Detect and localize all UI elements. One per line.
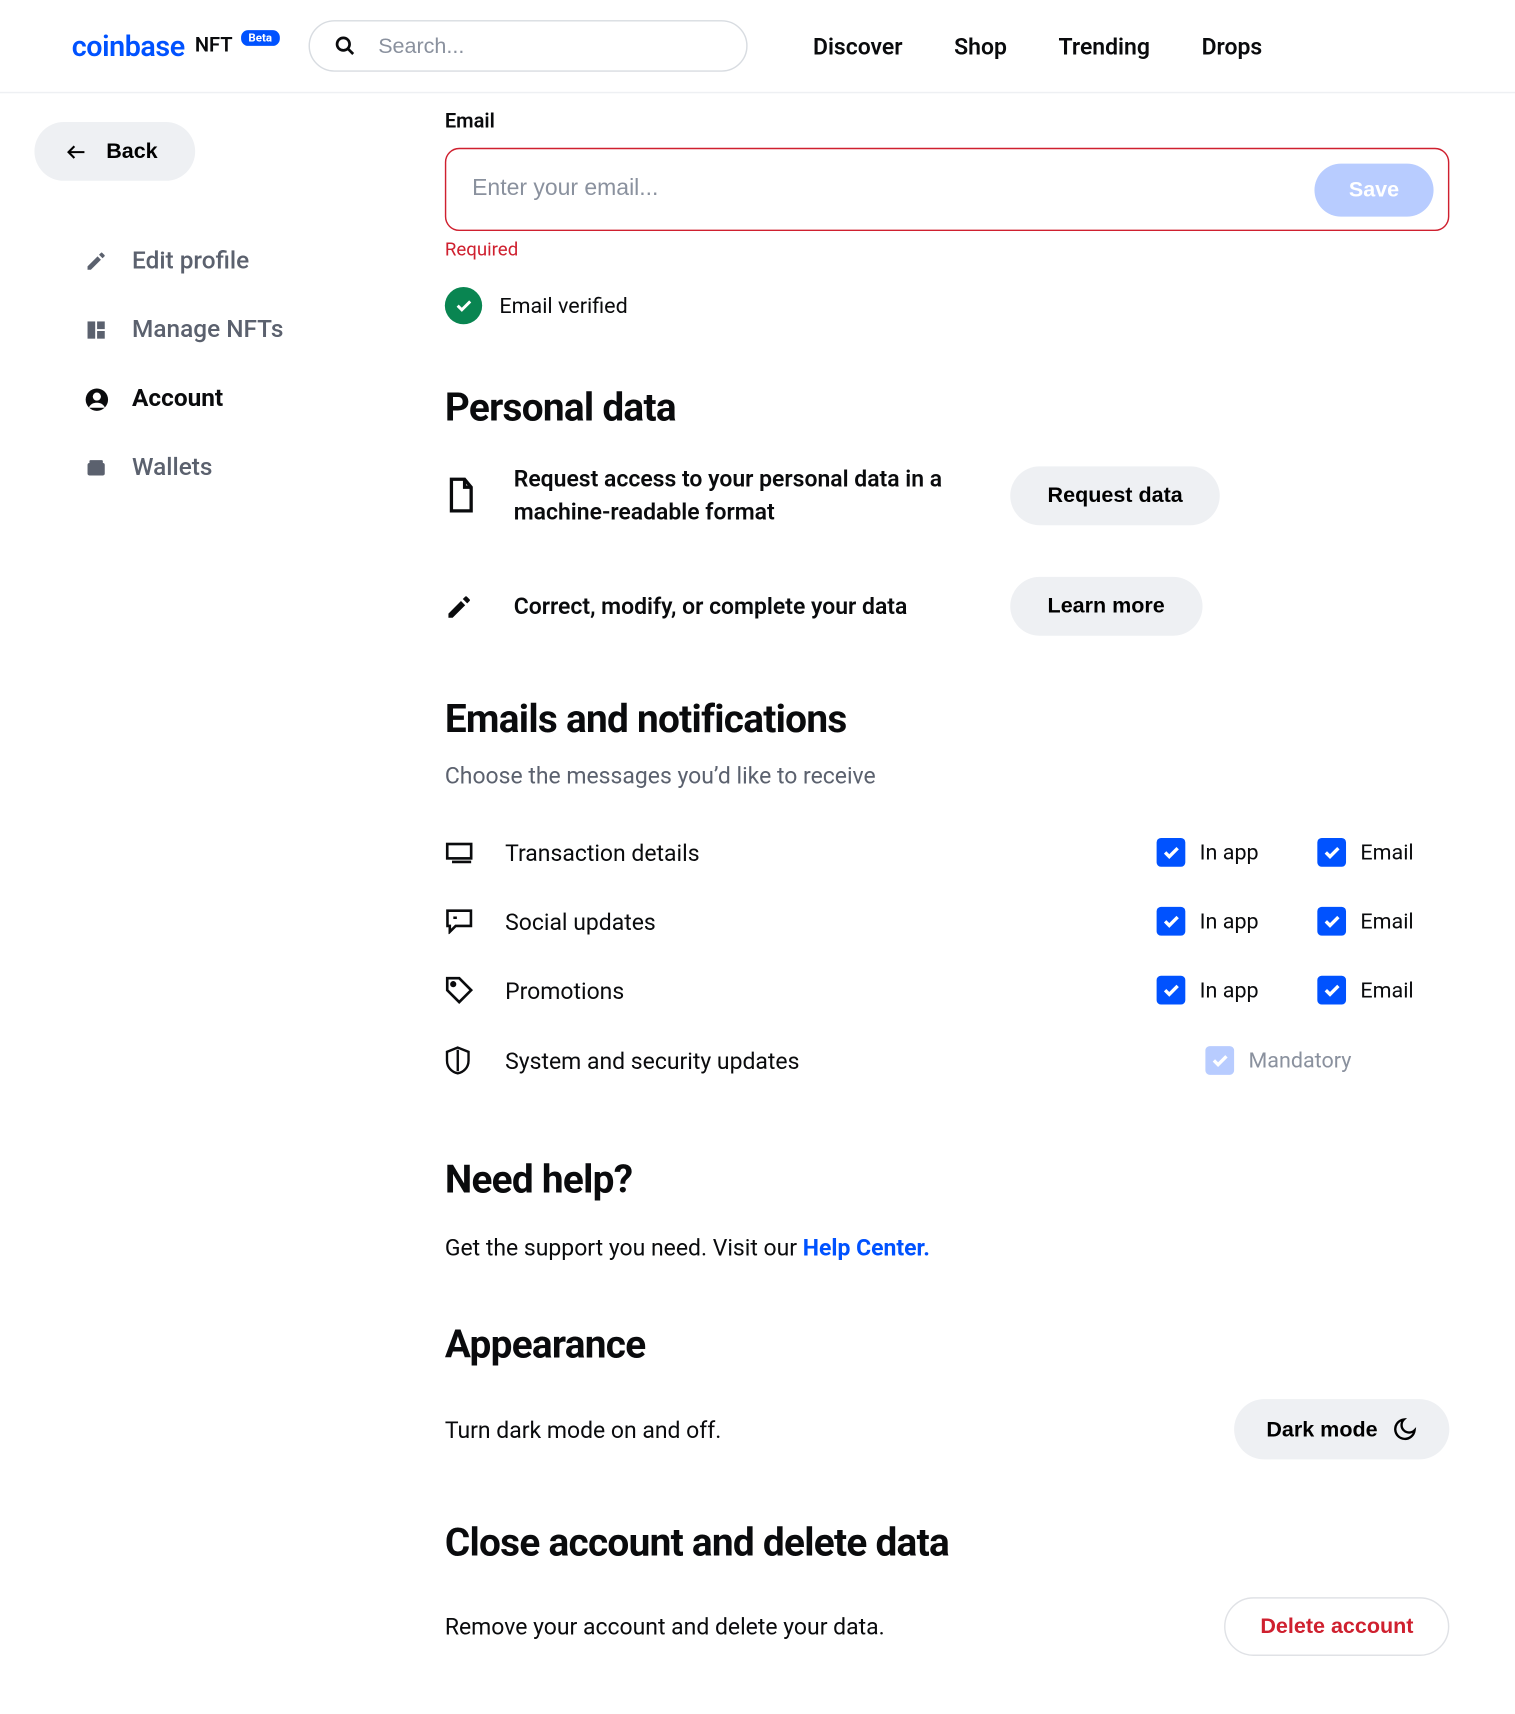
transaction-icon (445, 841, 477, 864)
sidebar-item-account[interactable]: Account (34, 364, 444, 433)
email-label: Email (445, 110, 1450, 133)
notif-row-system: System and security updates Mandatory (445, 1025, 1450, 1097)
sidebar-item-label: Account (132, 385, 223, 414)
email-error: Required (445, 240, 1450, 262)
notif-label: System and security updates (505, 1047, 1177, 1074)
appearance-text: Turn dark mode on and off. (445, 1416, 1206, 1443)
sidebar-item-edit-profile[interactable]: Edit profile (34, 227, 444, 296)
email-verified-text: Email verified (499, 293, 627, 319)
learn-more-button[interactable]: Learn more (1010, 577, 1202, 636)
save-button[interactable]: Save (1314, 163, 1433, 216)
checkbox-label: Email (1360, 909, 1413, 935)
appearance-heading: Appearance (445, 1322, 1450, 1368)
logo[interactable]: coinbase NFT Beta (72, 29, 279, 63)
search-icon (334, 35, 356, 57)
shield-icon (445, 1045, 477, 1077)
close-account-heading: Close account and delete data (445, 1520, 1450, 1566)
beta-badge: Beta (241, 29, 279, 45)
notif-row-transaction: Transaction details In app Email (445, 818, 1450, 887)
notif-row-social: Social updates In app Email (445, 887, 1450, 956)
top-header: coinbase NFT Beta Discover Shop Trending… (0, 0, 1515, 93)
request-data-button[interactable]: Request data (1010, 466, 1220, 525)
help-heading: Need help? (445, 1157, 1450, 1203)
logo-main: coinbase (72, 29, 185, 63)
search-wrap (308, 20, 747, 72)
notif-label: Transaction details (505, 839, 1128, 866)
request-data-row: Request access to your personal data in … (445, 462, 1450, 529)
checkbox-label: In app (1200, 978, 1259, 1004)
sidebar-item-label: Manage NFTs (132, 316, 283, 345)
email-verified-row: Email verified (445, 287, 1450, 324)
nav-drops[interactable]: Drops (1202, 32, 1263, 59)
notifications-subtext: Choose the messages you’d like to receiv… (445, 763, 1450, 790)
checkmark-circle-icon (445, 287, 482, 324)
checkbox-mandatory (1205, 1047, 1234, 1076)
sidebar-item-wallets[interactable]: Wallets (34, 433, 444, 502)
checkbox-label: Email (1360, 840, 1413, 866)
checkbox-inapp[interactable] (1157, 839, 1186, 868)
checkbox-label: In app (1200, 909, 1259, 935)
back-button[interactable]: Back (34, 122, 195, 181)
checkbox-email[interactable] (1317, 839, 1346, 868)
wallet-icon (83, 456, 109, 479)
checkbox-inapp[interactable] (1157, 976, 1186, 1005)
dark-mode-button[interactable]: Dark mode (1235, 1400, 1450, 1460)
nav-trending[interactable]: Trending (1059, 32, 1150, 59)
checkbox-email[interactable] (1317, 907, 1346, 936)
request-data-text: Request access to your personal data in … (514, 462, 973, 529)
modify-data-text: Correct, modify, or complete your data (514, 590, 973, 623)
notif-label: Social updates (505, 908, 1128, 935)
dark-mode-label: Dark mode (1266, 1418, 1377, 1442)
notif-label: Promotions (505, 977, 1128, 1004)
nav-shop[interactable]: Shop (954, 32, 1007, 59)
sidebar-item-label: Wallets (132, 453, 212, 482)
checkbox-label: Mandatory (1248, 1048, 1351, 1074)
pencil-icon (83, 250, 109, 273)
personal-data-heading: Personal data (445, 385, 1450, 431)
edit-icon (445, 592, 477, 621)
sidebar-item-label: Edit profile (132, 247, 249, 276)
moon-icon (1392, 1417, 1418, 1443)
grid-icon (83, 319, 109, 342)
email-field-wrap: Save (445, 148, 1450, 231)
notif-row-promotions: Promotions In app Email (445, 956, 1450, 1025)
document-icon (445, 477, 477, 514)
checkbox-label: Email (1360, 978, 1413, 1004)
email-input[interactable] (472, 161, 1297, 218)
back-label: Back (106, 139, 157, 163)
main-content: Email Save Required Email verified Perso… (445, 93, 1450, 1714)
arrow-left-icon (63, 141, 89, 161)
tag-icon (445, 976, 477, 1005)
delete-text: Remove your account and delete your data… (445, 1613, 1196, 1640)
search-input[interactable] (308, 20, 747, 72)
checkbox-email[interactable] (1317, 976, 1346, 1005)
delete-account-button[interactable]: Delete account (1224, 1598, 1449, 1657)
checkbox-inapp[interactable] (1157, 907, 1186, 936)
modify-data-row: Correct, modify, or complete your data L… (445, 577, 1450, 636)
help-text-pre: Get the support you need. Visit our (445, 1235, 803, 1262)
account-icon (83, 387, 109, 411)
notifications-heading: Emails and notifications (445, 697, 1450, 743)
help-center-link[interactable]: Help Center. (803, 1235, 930, 1262)
sidebar: Back Edit profile Manage NFTs Account Wa… (0, 93, 445, 1714)
checkbox-label: In app (1200, 840, 1259, 866)
help-text: Get the support you need. Visit our Help… (445, 1235, 1450, 1262)
appearance-row: Turn dark mode on and off. Dark mode (445, 1400, 1450, 1460)
nav-links: Discover Shop Trending Drops (813, 32, 1262, 59)
sidebar-item-manage-nfts[interactable]: Manage NFTs (34, 296, 444, 365)
nav-discover[interactable]: Discover (813, 32, 903, 59)
delete-row: Remove your account and delete your data… (445, 1598, 1450, 1714)
chat-icon (445, 909, 477, 935)
logo-sub: NFT (195, 34, 233, 57)
